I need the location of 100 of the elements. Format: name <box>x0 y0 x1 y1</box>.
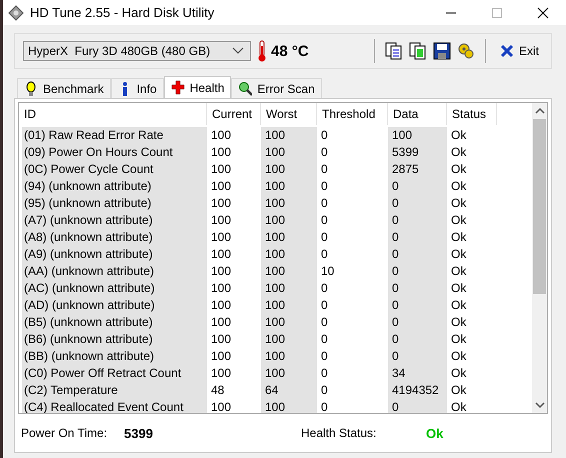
table-cell-text: 100 <box>210 280 232 297</box>
exit-button[interactable]: Exit <box>496 44 543 58</box>
table-cell: 100 <box>261 297 317 314</box>
table-cell: 0 <box>388 348 447 365</box>
table-cell-text: 100 <box>210 314 232 331</box>
table-cell: 100 <box>261 314 317 331</box>
cross-icon <box>170 80 185 96</box>
table-cell-text: 0 <box>320 331 329 348</box>
table-cell-text: 100 <box>210 365 232 382</box>
table-cell-text: Ok <box>450 195 468 212</box>
table-cell: 0 <box>388 280 447 297</box>
table-cell: 100 <box>261 178 317 195</box>
table-cell-text: 0 <box>320 365 329 382</box>
table-cell: 0 <box>388 263 447 280</box>
bulb-icon <box>24 80 38 96</box>
copy-icon[interactable] <box>384 42 403 60</box>
table-cell: 100 <box>261 246 317 263</box>
scrollbar[interactable] <box>532 103 547 413</box>
table-cell-text: 100 <box>210 348 232 365</box>
table-cell-text: 0 <box>320 212 329 229</box>
close-icon <box>500 44 514 58</box>
magnifier-icon <box>238 80 252 96</box>
table-cell-text: Ok <box>450 246 468 263</box>
table-cell-text: 100 <box>210 144 232 161</box>
table-cell: 0 <box>388 246 447 263</box>
table-cell-text: 100 <box>210 263 232 280</box>
table-cell: 0 <box>388 399 447 413</box>
table-cell: (C2) Temperature <box>22 382 207 399</box>
table-cell-text: 100 <box>210 127 232 144</box>
table-cell-text: Ok <box>450 314 468 331</box>
table-cell: 0 <box>388 195 447 212</box>
table-cell-text: 100 <box>210 331 232 348</box>
table-cell: (C0) Power Off Retract Count <box>22 365 207 382</box>
table-cell-text: 0 <box>320 297 329 314</box>
table-cell: (A8) (unknown attribute) <box>22 229 207 246</box>
table-cell: 64 <box>261 382 317 399</box>
table-cell: (A9) (unknown attribute) <box>22 246 207 263</box>
table-cell-text: Ok <box>450 280 468 297</box>
power-on-value: 5399 <box>124 426 154 440</box>
table-cell: 100 <box>261 195 317 212</box>
scroll-up-icon[interactable] <box>534 107 544 115</box>
table-cell: (AD) (unknown attribute) <box>22 297 207 314</box>
tab[interactable]: Error Scan <box>231 78 322 98</box>
scroll-down-icon[interactable] <box>534 401 544 409</box>
table-cell-text: Ok <box>450 399 468 413</box>
table-cell: (94) (unknown attribute) <box>22 178 207 195</box>
table-cell: 100 <box>261 263 317 280</box>
table-cell-text: Ok <box>450 297 468 314</box>
chevron-icon <box>232 47 244 55</box>
table-cell: (AC) (unknown attribute) <box>22 280 207 297</box>
table-cell: 100 <box>261 399 317 413</box>
health-label: Health Status: <box>301 426 378 440</box>
table-cell: (01) Raw Read Error Rate <box>22 127 207 144</box>
table-cell: (B5) (unknown attribute) <box>22 314 207 331</box>
temperature-reading: 48 °C <box>271 42 309 60</box>
tab[interactable]: Info <box>110 78 164 98</box>
table-cell: (09) Power On Hours Count <box>22 144 207 161</box>
table-cell-text: 0 <box>320 178 329 195</box>
table-cell-text: 0 <box>320 314 329 331</box>
table-cell: 100 <box>261 144 317 161</box>
table-cell: 100 <box>261 331 317 348</box>
tab[interactable]: Benchmark <box>17 78 111 98</box>
table-cell: 100 <box>261 229 317 246</box>
drive-dropdown[interactable]: HyperX Fury 3D 480GB (480 GB) <box>23 41 251 61</box>
table-cell: (B6) (unknown attribute) <box>22 331 207 348</box>
copy-all-icon[interactable] <box>408 42 427 60</box>
table-cell-text: Ok <box>450 127 468 144</box>
health-value: Ok <box>426 426 444 440</box>
window-title: HD Tune 2.55 - Hard Disk Utility <box>30 5 216 20</box>
table-cell-text: 0 <box>320 399 329 413</box>
save-icon[interactable] <box>432 42 451 60</box>
table-cell-text: 10 <box>320 263 336 280</box>
tab[interactable]: Health <box>164 76 232 98</box>
table-cell-text: Ok <box>450 161 468 178</box>
table-cell-text: Ok <box>450 263 468 280</box>
table-cell: 4194352 <box>388 382 447 399</box>
table-cell-text: 100 <box>210 229 232 246</box>
table-cell-text: 100 <box>210 297 232 314</box>
table-cell-text: Ok <box>450 212 468 229</box>
table-cell: 0 <box>388 331 447 348</box>
table-cell: 100 <box>261 280 317 297</box>
table-cell: 100 <box>261 365 317 382</box>
table-cell-text: 0 <box>320 195 329 212</box>
table-cell: 2875 <box>388 161 447 178</box>
table-cell-text: 48 <box>210 382 226 399</box>
table-cell: (AA) (unknown attribute) <box>22 263 207 280</box>
scroll-thumb[interactable] <box>533 119 546 294</box>
table-cell-text: Ok <box>450 348 468 365</box>
table-cell-text: 0 <box>320 280 329 297</box>
table-cell: 34 <box>388 365 447 382</box>
table-cell-text: Ok <box>450 144 468 161</box>
table-cell-text: 100 <box>210 246 232 263</box>
thermometer-icon <box>257 40 267 62</box>
table-cell-text: 0 <box>320 161 329 178</box>
table-cell-text: 0 <box>320 127 329 144</box>
table-cell-text: 0 <box>320 348 329 365</box>
table-cell-text: 100 <box>210 195 232 212</box>
power-on-label: Power On Time: <box>21 426 108 440</box>
table-cell-text: Ok <box>450 365 468 382</box>
table-cell: (A7) (unknown attribute) <box>22 212 207 229</box>
